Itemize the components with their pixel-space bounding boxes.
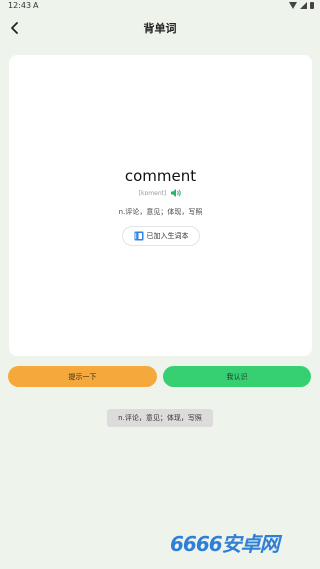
wifi-icon (289, 2, 297, 9)
header: 背单词 (0, 14, 320, 42)
add-to-vocab-label: 已加入生词本 (146, 232, 189, 240)
meaning-reveal: n.评论，意见；体现，写照 (107, 409, 213, 427)
phonetic-text: [kɒment] (138, 189, 167, 197)
signal-icon (300, 2, 307, 9)
word-card: comment [kɒment] n.评论，意见；体现，写照 已加入生词本 (9, 55, 312, 356)
page-title: 背单词 (143, 22, 177, 35)
status-time: 12:43 (8, 1, 32, 10)
word-text: comment (124, 167, 197, 185)
add-to-vocab-button[interactable]: 已加入生词本 (122, 226, 200, 246)
book-icon (134, 231, 143, 241)
status-icons (289, 0, 314, 11)
notification-icon: A (33, 1, 39, 10)
speaker-icon[interactable] (170, 188, 182, 198)
meaning-text: n.评论，意见；体现，写照 (118, 208, 203, 216)
watermark-text: 6666安卓网 (170, 532, 280, 556)
know-button[interactable]: 我认识 (163, 366, 311, 387)
watermark-logo: 6666安卓网 (170, 528, 280, 557)
phonetic-row: [kɒment] (9, 188, 312, 198)
hint-button[interactable]: 提示一下 (8, 366, 157, 387)
battery-icon (310, 2, 314, 9)
status-bar: 12:43 A (0, 0, 320, 12)
